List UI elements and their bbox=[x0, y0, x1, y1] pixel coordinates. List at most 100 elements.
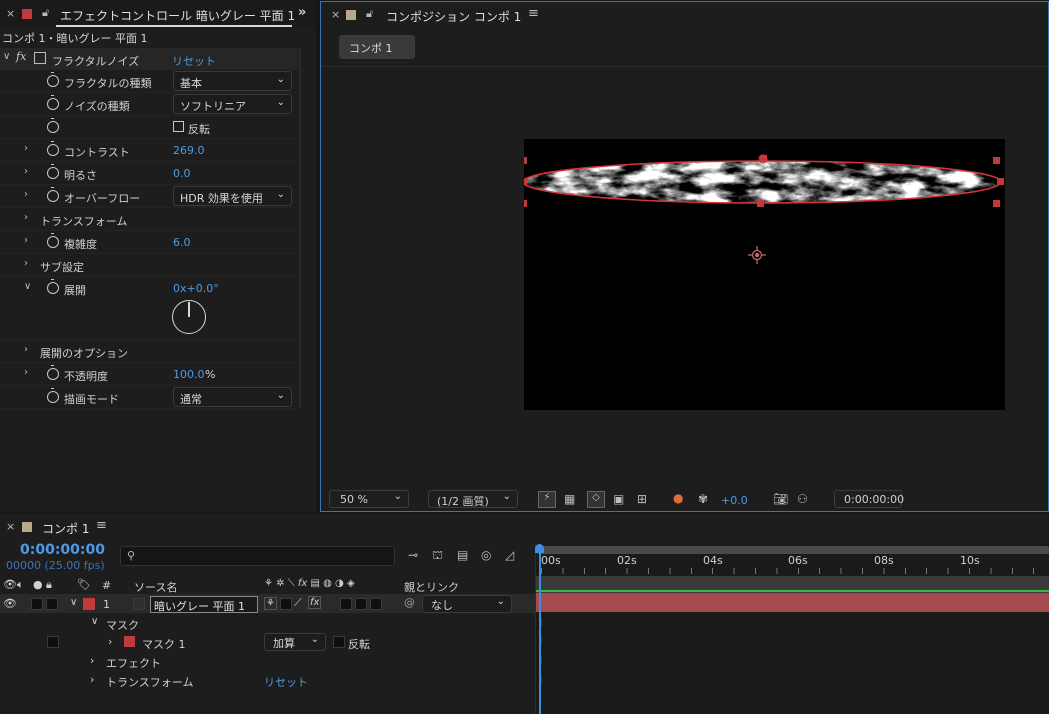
mask-name[interactable]: マスク 1 bbox=[142, 636, 186, 652]
layer-duration-bar[interactable] bbox=[536, 593, 1049, 612]
mask-row[interactable]: › マスク 1 加算 ⌄ 反転 bbox=[0, 633, 535, 652]
chevron-right-icon[interactable]: › bbox=[24, 258, 34, 270]
work-area-bar[interactable] bbox=[536, 546, 1049, 554]
complexity-value[interactable]: 6.0 bbox=[173, 236, 191, 249]
chevron-right-icon[interactable]: › bbox=[24, 189, 34, 201]
region-of-interest-icon[interactable]: ▣ bbox=[613, 492, 624, 506]
close-icon[interactable]: × bbox=[6, 520, 15, 533]
fx-icon[interactable]: fx bbox=[16, 50, 26, 63]
eye-icon[interactable]: 👁︎ bbox=[3, 597, 17, 610]
time-ruler[interactable]: 00s 02s 04s 06s 08s 10s bbox=[536, 554, 1049, 574]
mask-color-swatch[interactable] bbox=[124, 636, 135, 647]
chevron-right-icon[interactable]: › bbox=[24, 367, 34, 379]
frame-blending-icon[interactable]: ▤ bbox=[457, 548, 468, 562]
prop-group-evolution-options[interactable]: › 展開のオプション bbox=[0, 340, 298, 363]
mask-lock-switch[interactable] bbox=[47, 636, 59, 648]
timeline-title[interactable]: コンポ 1 bbox=[42, 520, 89, 537]
label-tag-icon[interactable]: 🏷︎ bbox=[77, 578, 91, 591]
mask-visibility-icon[interactable]: ◇ bbox=[587, 491, 605, 508]
snapshot-camera-icon[interactable]: 📷︎ bbox=[773, 492, 788, 506]
close-icon[interactable]: × bbox=[6, 7, 15, 20]
resolution-dropdown[interactable]: (1/2 画質) ⌄ bbox=[428, 490, 518, 508]
3d-switch[interactable] bbox=[370, 598, 382, 610]
timeline-timecode[interactable]: 0:00:00:00 bbox=[20, 542, 105, 558]
timeline-search-input[interactable]: ⚲ bbox=[120, 546, 395, 566]
invert-checkbox[interactable] bbox=[173, 121, 184, 132]
layer-name-field[interactable]: 暗いグレー 平面 1 bbox=[150, 596, 258, 613]
evolution-angle-dial[interactable] bbox=[172, 300, 206, 334]
stopwatch-icon[interactable] bbox=[47, 388, 59, 403]
stopwatch-icon[interactable] bbox=[47, 164, 59, 179]
timeline-graph-area[interactable]: 00s 02s 04s 06s 08s 10s I I I I bbox=[535, 544, 1049, 714]
chevron-right-icon[interactable]: › bbox=[90, 654, 94, 667]
mask-group-row[interactable]: ∨ マスク bbox=[0, 614, 535, 633]
close-icon[interactable]: × bbox=[331, 8, 340, 21]
col-source-name[interactable]: ソース名 bbox=[134, 579, 177, 595]
zoom-dropdown[interactable]: 50 % ⌄ bbox=[329, 490, 409, 508]
stopwatch-icon[interactable] bbox=[47, 365, 59, 380]
chevron-right-icon[interactable]: › bbox=[24, 235, 34, 247]
brightness-value[interactable]: 0.0 bbox=[173, 167, 191, 180]
contrast-value[interactable]: 269.0 bbox=[173, 144, 205, 157]
chevron-down-icon[interactable]: ∨ bbox=[70, 597, 77, 608]
grid-guides-icon[interactable]: ⊞ bbox=[637, 492, 647, 506]
fractal-type-dropdown[interactable]: 基本 ⌄ bbox=[173, 71, 292, 91]
lock-switch[interactable] bbox=[46, 598, 58, 610]
chevron-right-icon[interactable]: › bbox=[90, 673, 94, 686]
transform-reset-link[interactable]: リセット bbox=[264, 674, 308, 690]
effect-header-row[interactable]: ∨ fx フラクタルノイズ リセット bbox=[0, 48, 298, 70]
overflow-dropdown[interactable]: HDR 効果を使用 ⌄ bbox=[173, 186, 292, 206]
chevron-down-icon[interactable]: ∨ bbox=[91, 616, 98, 627]
col-parent[interactable]: 親とリンク bbox=[404, 579, 459, 595]
opacity-value[interactable]: 100.0 bbox=[173, 368, 205, 381]
chevron-right-icon[interactable]: › bbox=[24, 143, 34, 155]
chevron-right-icon[interactable]: › bbox=[108, 635, 112, 648]
panel-menu-icon[interactable]: ≡ bbox=[528, 6, 539, 21]
chevron-right-icon[interactable]: › bbox=[24, 212, 34, 224]
show-snapshot-icon[interactable]: ⚇ bbox=[797, 492, 808, 506]
blend-mode-dropdown[interactable]: 通常 ⌄ bbox=[173, 387, 292, 407]
panel-menu-icon[interactable]: ≡ bbox=[96, 518, 107, 533]
parent-dropdown[interactable]: なし ⌄ bbox=[422, 595, 512, 613]
comp-timecode[interactable]: 0:00:00:00 bbox=[834, 490, 904, 508]
transparency-grid-icon[interactable]: ▦ bbox=[564, 492, 575, 506]
comp-canvas[interactable] bbox=[524, 139, 1005, 410]
shy-layers-icon[interactable]: ⛫ bbox=[432, 548, 443, 564]
lock-icon[interactable]: 🔓︎ bbox=[366, 7, 373, 21]
adjustment-switch[interactable] bbox=[355, 598, 367, 610]
motion-blur-icon[interactable]: ◎ bbox=[481, 548, 491, 562]
solo-icon[interactable]: ● bbox=[33, 578, 43, 591]
panel-scrollbar[interactable] bbox=[299, 48, 301, 408]
shy-switch-icon[interactable]: ⚘ bbox=[264, 597, 277, 610]
chevron-down-icon[interactable]: ∨ bbox=[24, 281, 34, 293]
layer-label-color[interactable] bbox=[83, 598, 95, 610]
anchor-point-icon[interactable] bbox=[748, 246, 766, 264]
prop-group-transform[interactable]: › トランスフォーム bbox=[0, 208, 298, 231]
comp-mini-flowchart-icon[interactable]: ⊸ bbox=[408, 548, 418, 562]
stopwatch-icon[interactable] bbox=[47, 118, 59, 133]
stopwatch-icon[interactable] bbox=[47, 95, 59, 110]
channel-icon[interactable]: ● bbox=[673, 491, 683, 505]
mask-invert-checkbox[interactable] bbox=[333, 636, 345, 648]
lock-icon[interactable]: 🔒︎ bbox=[46, 578, 52, 592]
solo-switch[interactable] bbox=[31, 598, 43, 610]
evolution-value[interactable]: 0x+0.0° bbox=[173, 282, 219, 295]
color-management-icon[interactable]: ✾ bbox=[698, 492, 708, 506]
graph-editor-icon[interactable]: ◿ bbox=[505, 548, 514, 562]
comp-tab-button[interactable]: コンポ 1 bbox=[339, 35, 415, 59]
transform-group-row[interactable]: › トランスフォーム リセット bbox=[0, 671, 535, 690]
panel-overflow-icon[interactable]: » bbox=[298, 5, 306, 20]
effect-panel-title[interactable]: エフェクトコントロール 暗いグレー 平面 1 bbox=[60, 7, 295, 24]
pick-whip-icon[interactable]: @ bbox=[404, 596, 415, 609]
mask-mode-dropdown[interactable]: 加算 ⌄ bbox=[264, 633, 326, 651]
fast-preview-icon[interactable]: ⚡ bbox=[538, 491, 556, 508]
effect-reset-link[interactable]: リセット bbox=[172, 53, 216, 69]
stopwatch-icon[interactable] bbox=[47, 233, 59, 248]
motion-blur-switch[interactable] bbox=[340, 598, 352, 610]
chevron-right-icon[interactable]: › bbox=[24, 344, 34, 356]
collapse-switch[interactable] bbox=[280, 598, 292, 610]
prop-group-sub-settings[interactable]: › サブ設定 bbox=[0, 254, 298, 277]
quality-switch-icon[interactable]: ⟋ bbox=[294, 596, 302, 610]
comp-panel-title[interactable]: コンポジション コンポ 1 bbox=[386, 8, 521, 25]
stopwatch-icon[interactable] bbox=[47, 279, 59, 294]
